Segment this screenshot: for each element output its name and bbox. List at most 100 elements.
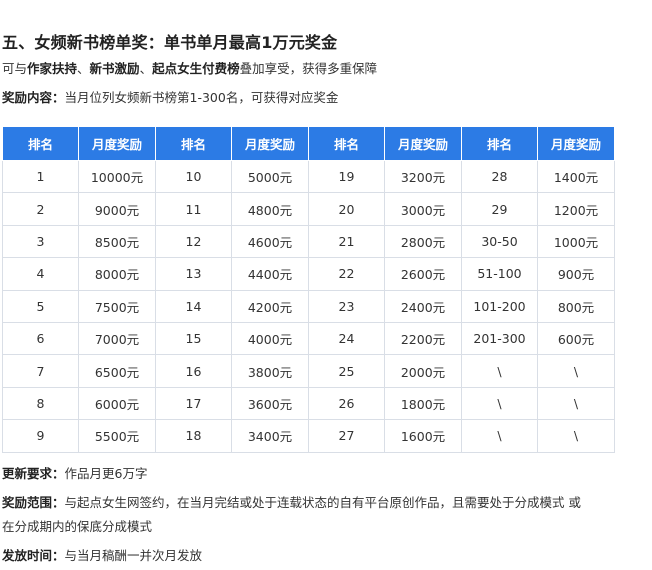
reward-content-line: 奖励内容：当月位列女频新书榜第1-300名，可获得对应奖金 bbox=[2, 90, 339, 105]
reward-content-text: 当月位列女频新书榜第1-300名，可获得对应奖金 bbox=[64, 90, 339, 105]
reward-cell: 2800元 bbox=[384, 224, 462, 259]
rank-cell: 28 bbox=[461, 159, 538, 194]
rank-cell: 29 bbox=[461, 192, 538, 226]
rank-cell: 101-200 bbox=[461, 289, 538, 323]
reward-cell: 5000元 bbox=[231, 159, 309, 194]
reward-cell: \ bbox=[537, 354, 615, 388]
reward-cell: 4800元 bbox=[231, 192, 309, 226]
reward-cell: \ bbox=[537, 386, 615, 421]
rank-cell: 17 bbox=[155, 386, 232, 421]
reward-cell: 1800元 bbox=[384, 386, 462, 421]
header-rank-2: 排名 bbox=[155, 126, 232, 161]
rank-cell: 18 bbox=[155, 419, 232, 453]
table-row: 2 9000元 11 4800元 20 3000元 29 1200元 bbox=[2, 192, 615, 226]
reward-cell: 10000元 bbox=[78, 159, 156, 194]
reward-cell: 900元 bbox=[537, 257, 615, 291]
section-title: 五、女频新书榜单奖：单书单月最高1万元奖金 bbox=[2, 33, 338, 52]
reward-cell: 800元 bbox=[537, 289, 615, 323]
issue-time-text: 与当月稿酬一并次月发放 bbox=[64, 548, 203, 563]
reward-cell: 1000元 bbox=[537, 224, 615, 259]
reward-scope-text-1: 与起点女生网签约，在当月完结或处于连载状态的自有平台原创作品，且需要处于分成模式… bbox=[64, 495, 581, 510]
intro-line: 可与作家扶持、新书激励、起点女生付费榜叠加享受，获得多重保障 bbox=[2, 61, 377, 76]
reward-cell: 4000元 bbox=[231, 321, 309, 356]
rank-cell: 23 bbox=[308, 289, 385, 323]
intro-sep-2: 、 bbox=[139, 61, 153, 76]
intro-prefix: 可与 bbox=[2, 61, 28, 76]
rank-cell: 26 bbox=[308, 386, 385, 421]
update-requirement-label: 更新要求： bbox=[2, 466, 65, 481]
header-reward-2: 月度奖励 bbox=[231, 126, 309, 161]
reward-cell: \ bbox=[537, 419, 615, 453]
table-row: 1 10000元 10 5000元 19 3200元 28 1400元 bbox=[2, 159, 615, 194]
update-requirement-line: 更新要求：作品月更6万字 bbox=[2, 466, 148, 481]
table-row: 9 5500元 18 3400元 27 1600元 \ \ bbox=[2, 419, 615, 453]
rank-cell: \ bbox=[461, 354, 538, 388]
reward-cell: 6500元 bbox=[78, 354, 156, 388]
reward-cell: 6000元 bbox=[78, 386, 156, 421]
intro-sep-1: 、 bbox=[77, 61, 90, 76]
reward-cell: 1200元 bbox=[537, 192, 615, 226]
rank-cell: 10 bbox=[155, 159, 232, 194]
rank-cell: \ bbox=[461, 386, 538, 421]
reward-cell: 3000元 bbox=[384, 192, 462, 226]
header-reward-1: 月度奖励 bbox=[78, 126, 156, 161]
header-rank-3: 排名 bbox=[308, 126, 385, 161]
page: 五、女频新书榜单奖：单书单月最高1万元奖金 可与作家扶持、新书激励、起点女生付费… bbox=[0, 0, 652, 570]
reward-cell: 1600元 bbox=[384, 419, 462, 453]
reward-cell: 2400元 bbox=[384, 289, 462, 323]
rank-cell: 2 bbox=[2, 192, 79, 226]
rank-cell: 8 bbox=[2, 386, 79, 421]
reward-cell: 7500元 bbox=[78, 289, 156, 323]
rank-cell: 15 bbox=[155, 321, 232, 356]
table-row: 7 6500元 16 3800元 25 2000元 \ \ bbox=[2, 354, 615, 388]
rank-cell: 3 bbox=[2, 224, 79, 259]
reward-cell: 5500元 bbox=[78, 419, 156, 453]
reward-cell: 4600元 bbox=[231, 224, 309, 259]
rank-cell: 201-300 bbox=[461, 321, 538, 356]
reward-cell: 1400元 bbox=[537, 159, 615, 194]
reward-scope-line: 奖励范围：与起点女生网签约，在当月完结或处于连载状态的自有平台原创作品，且需要处… bbox=[2, 495, 581, 510]
rank-cell: 21 bbox=[308, 224, 385, 259]
rank-cell: 19 bbox=[308, 159, 385, 194]
rank-cell: 20 bbox=[308, 192, 385, 226]
reward-cell: 2000元 bbox=[384, 354, 462, 388]
table-header-row: 排名 月度奖励 排名 月度奖励 排名 月度奖励 排名 月度奖励 bbox=[2, 126, 615, 161]
rank-cell: 14 bbox=[155, 289, 232, 323]
table-body: 1 10000元 10 5000元 19 3200元 28 1400元 2 9000元 11 4800… bbox=[2, 159, 615, 453]
rank-cell: 27 bbox=[308, 419, 385, 453]
reward-content-label: 奖励内容： bbox=[2, 90, 65, 105]
reward-cell: 2200元 bbox=[384, 321, 462, 356]
reward-cell: 3200元 bbox=[384, 159, 462, 194]
reward-cell: 7000元 bbox=[78, 321, 156, 356]
table-row: 6 7000元 15 4000元 24 2200元 201-300 600元 bbox=[2, 321, 615, 356]
issue-time-label: 发放时间： bbox=[2, 548, 65, 563]
reward-cell: 3800元 bbox=[231, 354, 309, 388]
issue-time-line: 发放时间：与当月稿酬一并次月发放 bbox=[2, 548, 203, 563]
rank-cell: 1 bbox=[2, 159, 79, 194]
reward-scope-line-2: 在分成期内的保底分成模式 bbox=[2, 519, 153, 534]
header-reward-3: 月度奖励 bbox=[384, 126, 462, 161]
rank-cell: 51-100 bbox=[461, 257, 538, 291]
rank-cell: 12 bbox=[155, 224, 232, 259]
intro-bold-author-support: 作家扶持 bbox=[27, 61, 78, 76]
reward-cell: 4200元 bbox=[231, 289, 309, 323]
rank-cell: 11 bbox=[155, 192, 232, 226]
reward-cell: 9000元 bbox=[78, 192, 156, 226]
intro-bold-new-book-incentive: 新书激励 bbox=[89, 61, 140, 76]
table-row: 4 8000元 13 4400元 22 2600元 51-100 900元 bbox=[2, 257, 615, 291]
reward-cell: 600元 bbox=[537, 321, 615, 356]
intro-bold-paid-ranking: 起点女生付费榜 bbox=[152, 61, 240, 76]
header-rank-4: 排名 bbox=[461, 126, 538, 161]
reward-cell: 3600元 bbox=[231, 386, 309, 421]
rank-cell: 24 bbox=[308, 321, 385, 356]
rank-cell: 5 bbox=[2, 289, 79, 323]
rank-cell: 7 bbox=[2, 354, 79, 388]
table-row: 3 8500元 12 4600元 21 2800元 30-50 1000元 bbox=[2, 224, 615, 259]
update-requirement-text: 作品月更6万字 bbox=[64, 466, 148, 481]
reward-cell: 8000元 bbox=[78, 257, 156, 291]
table-row: 8 6000元 17 3600元 26 1800元 \ \ bbox=[2, 386, 615, 421]
rank-cell: 30-50 bbox=[461, 224, 538, 259]
reward-cell: 3400元 bbox=[231, 419, 309, 453]
reward-cell: 4400元 bbox=[231, 257, 309, 291]
table-row: 5 7500元 14 4200元 23 2400元 101-200 800元 bbox=[2, 289, 615, 323]
